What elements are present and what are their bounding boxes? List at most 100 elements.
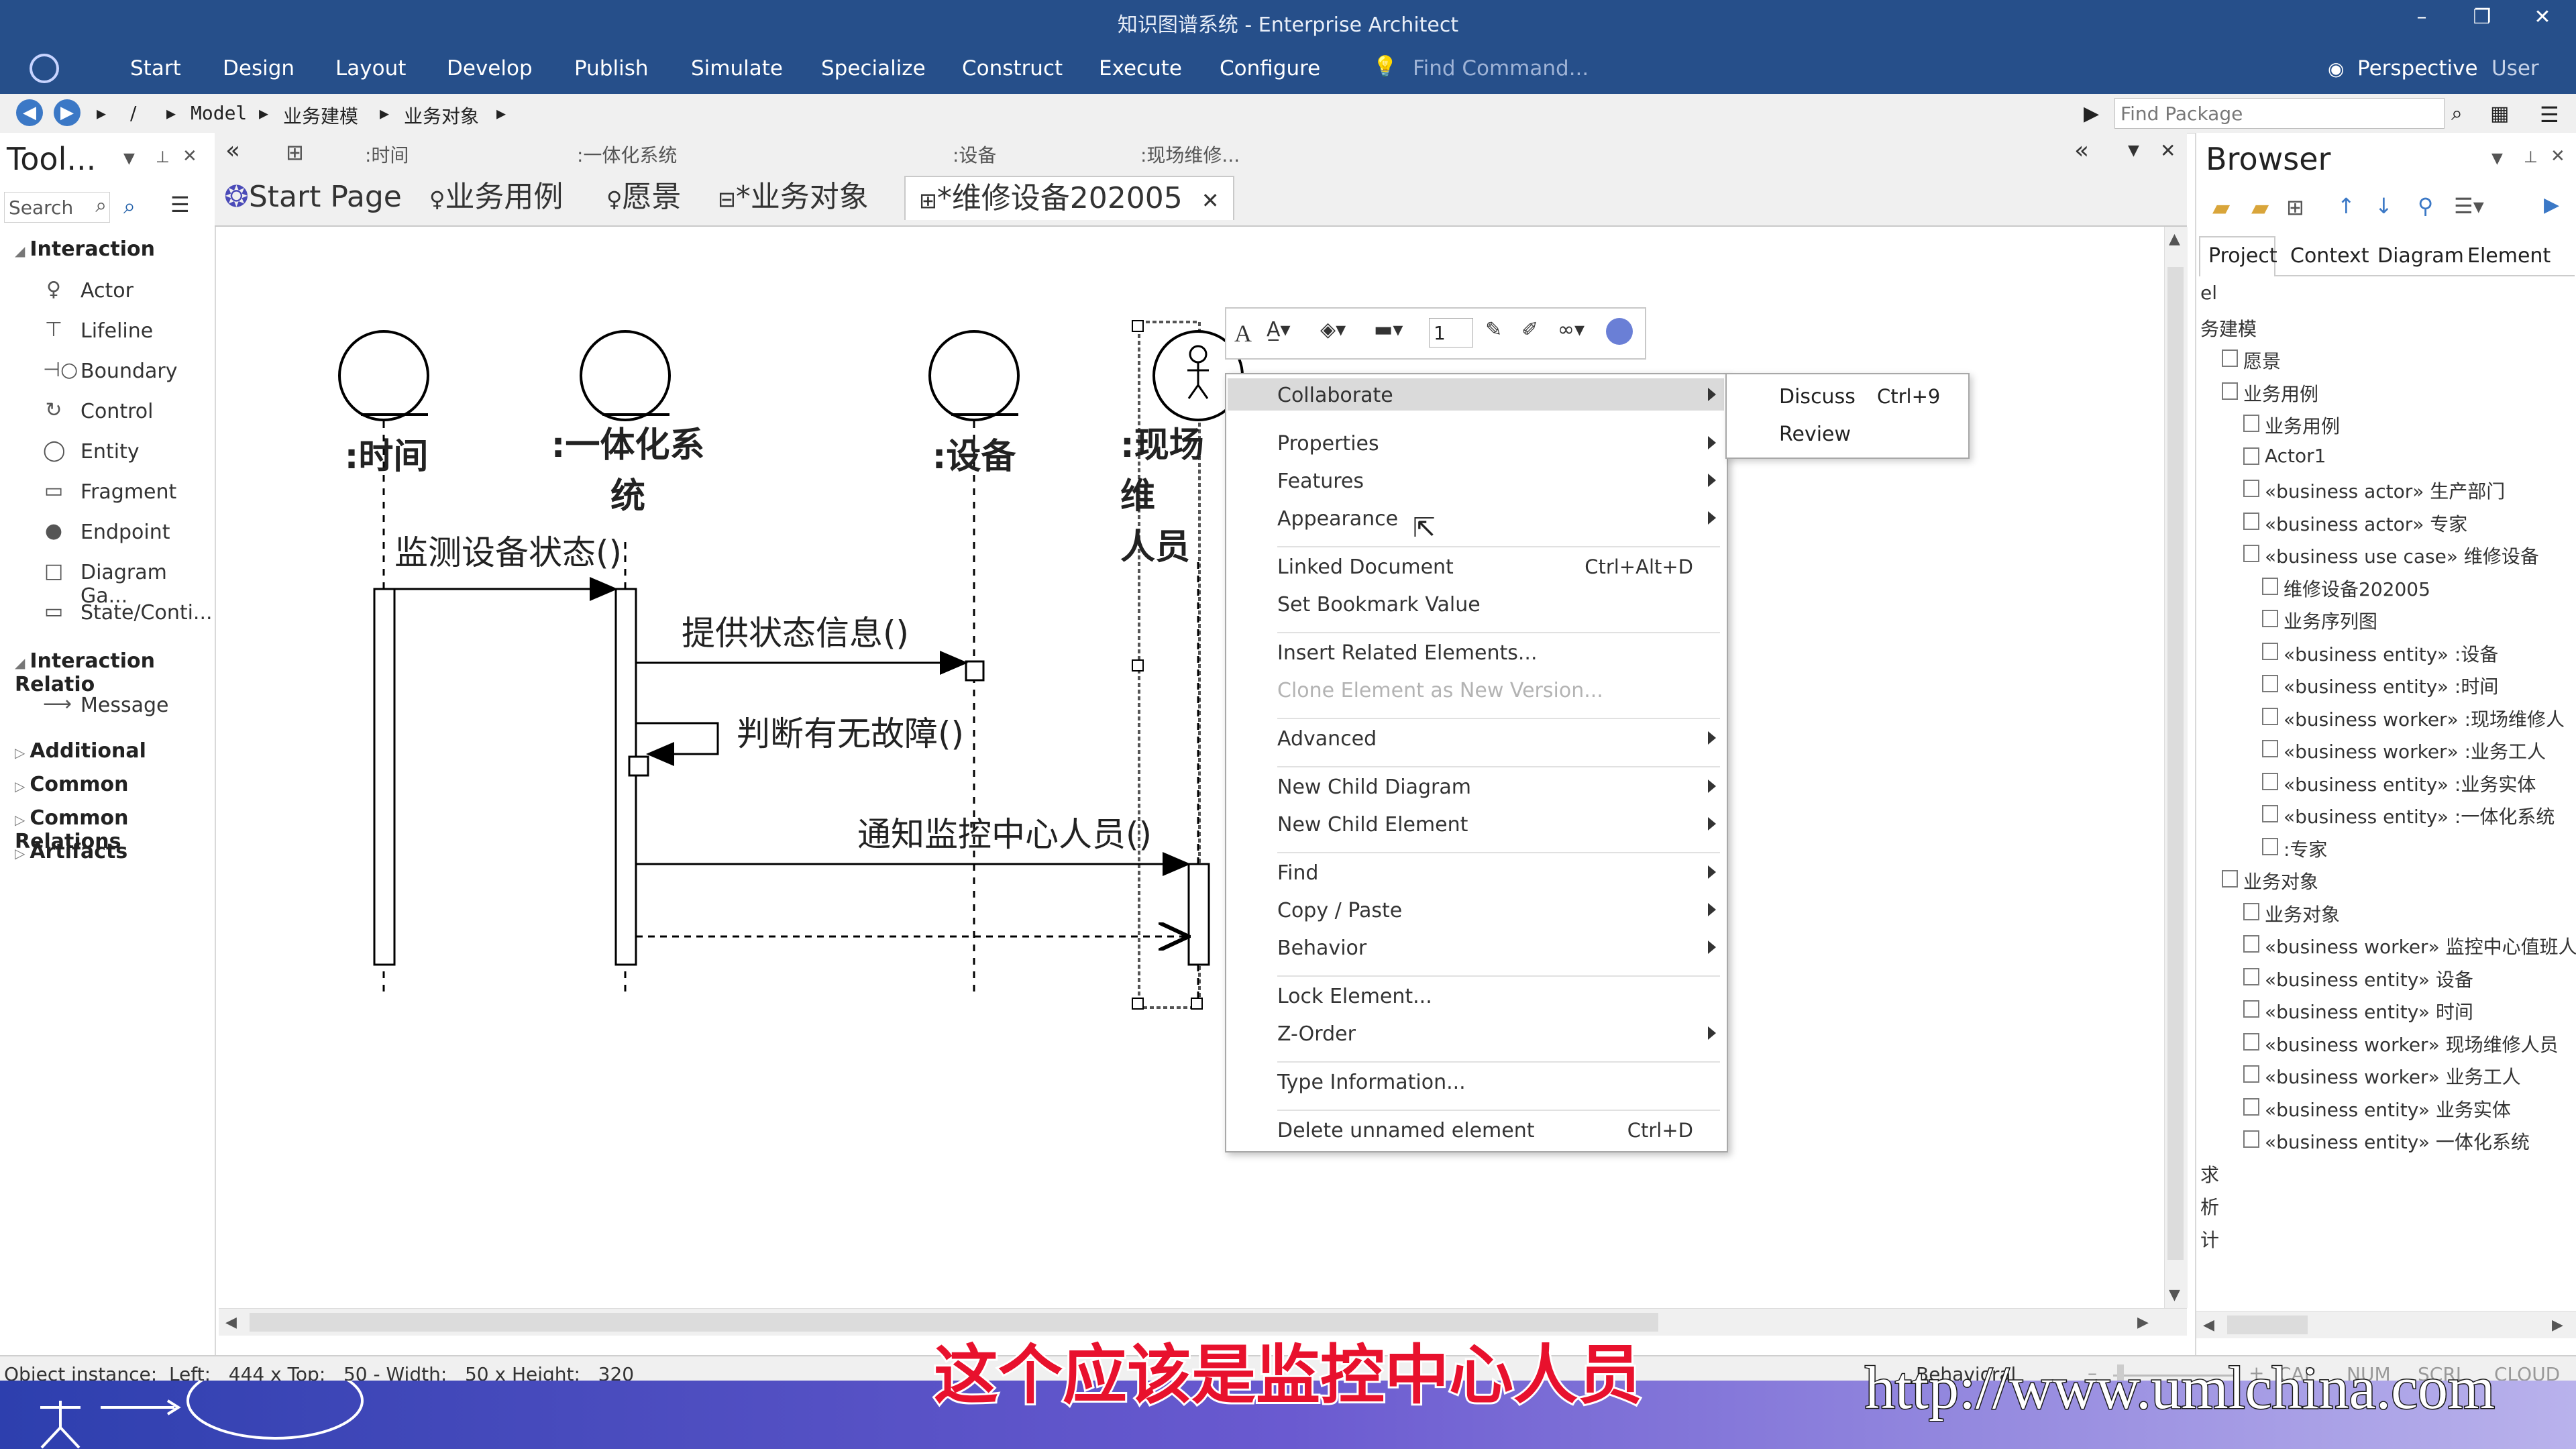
menu-item-lock-element[interactable]: Lock Element...: [1277, 985, 1432, 1008]
close-icon[interactable]: ✕: [2160, 140, 2176, 162]
message-label-provide-status[interactable]: 提供状态信息(): [682, 606, 909, 655]
brush-icon[interactable]: ✐: [1521, 318, 1538, 341]
user-button[interactable]: User: [2491, 56, 2539, 80]
tree-item[interactable]: «business actor» 专家: [2265, 510, 2467, 537]
tree-item[interactable]: 愿景: [2243, 347, 2281, 374]
tree-item[interactable]: 业务用例: [2265, 412, 2340, 439]
breadcrumb-root[interactable]: /: [130, 102, 136, 124]
chevron-down-icon[interactable]: ▼: [2128, 142, 2139, 159]
menu-item-z-order[interactable]: Z-Order: [1277, 1022, 1356, 1046]
tree-item[interactable]: «business entity» :时间: [2284, 672, 2498, 699]
vertical-scroll-thumb[interactable]: [2167, 267, 2184, 1260]
chevron-down-icon[interactable]: ▼: [123, 150, 135, 167]
search-icon[interactable]: ⌕: [2451, 102, 2463, 125]
tree-item[interactable]: 求: [2200, 1161, 2219, 1187]
tree-item[interactable]: el: [2200, 282, 2217, 304]
menu-item-copy-paste[interactable]: Copy / Paste: [1277, 899, 1402, 922]
tree-item[interactable]: 业务对象: [2243, 867, 2318, 894]
strip-label-system[interactable]: :一体化系统: [577, 141, 677, 168]
glasses-icon[interactable]: ∞▾: [1558, 318, 1585, 341]
menu-publish[interactable]: Publish: [574, 56, 649, 80]
close-icon[interactable]: ✕: [2551, 146, 2565, 166]
minimize-button[interactable]: –: [2402, 5, 2442, 29]
locate-icon[interactable]: ⚲: [2418, 193, 2433, 219]
perspective-button[interactable]: Perspective: [2357, 56, 2478, 80]
tool-lifeline[interactable]: Lifeline: [80, 319, 153, 343]
hamburger-icon[interactable]: ☰: [2540, 102, 2559, 127]
submenu-item-discuss[interactable]: Discuss: [1779, 385, 1856, 409]
menu-item-insert-related[interactable]: Insert Related Elements...: [1277, 641, 1538, 665]
tree-item[interactable]: 维修设备202005: [2284, 575, 2430, 602]
breadcrumb-business-modeling[interactable]: 业务建模: [283, 102, 358, 129]
tree-item[interactable]: «business use case» 维修设备: [2265, 542, 2539, 569]
move-down-icon[interactable]: ↓: [2375, 193, 2393, 219]
format-painter-icon[interactable]: ✎: [1485, 318, 1502, 341]
tree-item[interactable]: 业务对象: [2265, 900, 2340, 927]
strip-label-time[interactable]: :时间: [365, 141, 409, 168]
line-color-icon[interactable]: ▬▾: [1374, 318, 1403, 341]
pin-icon[interactable]: ⊥: [2524, 148, 2538, 166]
close-icon[interactable]: ✕: [182, 146, 197, 166]
tab-element[interactable]: Element: [2467, 244, 2551, 268]
tree-item[interactable]: «business worker» 业务工人: [2265, 1063, 2521, 1089]
find-icon[interactable]: ⌕: [123, 193, 136, 219]
new-diagram-icon[interactable]: ⊞: [2286, 195, 2304, 220]
tree-item[interactable]: «business entity» 一体化系统: [2265, 1128, 2530, 1155]
close-window-button[interactable]: ✕: [2522, 5, 2563, 29]
tool-entity[interactable]: Entity: [80, 440, 140, 464]
tab-diagram[interactable]: Diagram: [2377, 244, 2464, 268]
find-package-input[interactable]: Find Package: [2114, 98, 2445, 129]
expand-right-icon[interactable]: ▶: [2084, 102, 2099, 125]
menu-item-appearance[interactable]: Appearance: [1277, 507, 1398, 531]
folder-icon[interactable]: ▰: [2212, 195, 2230, 221]
find-command-input[interactable]: Find Command...: [1413, 56, 1589, 80]
group-interaction-relationships[interactable]: ◢ Interaction Relatio: [15, 649, 215, 696]
breadcrumb-model[interactable]: Model: [191, 102, 247, 124]
style-icon[interactable]: [1606, 318, 1633, 345]
menu-item-set-bookmark[interactable]: Set Bookmark Value: [1277, 593, 1481, 616]
menu-develop[interactable]: Develop: [447, 56, 533, 80]
tab-start-page[interactable]: ❂Start Page: [224, 176, 402, 219]
menu-simulate[interactable]: Simulate: [691, 56, 783, 80]
menu-execute[interactable]: Execute: [1099, 56, 1182, 80]
menu-layout[interactable]: Layout: [335, 56, 406, 80]
tool-boundary[interactable]: Boundary: [80, 360, 177, 383]
app-menu-icon[interactable]: [30, 54, 59, 83]
tool-actor[interactable]: Actor: [80, 279, 133, 303]
menu-item-new-child-diagram[interactable]: New Child Diagram: [1277, 775, 1471, 799]
tab-vision[interactable]: ♀愿景: [606, 176, 681, 219]
menu-item-delete[interactable]: Delete unnamed element: [1277, 1119, 1535, 1142]
message-label-judge-fault[interactable]: 判断有无故障(): [737, 707, 964, 755]
menu-item-find[interactable]: Find: [1277, 861, 1318, 885]
back-arrow-icon[interactable]: ◀: [16, 99, 43, 126]
tree-item[interactable]: Actor1: [2265, 445, 2326, 467]
tree-item[interactable]: «business worker» 现场维修人员: [2265, 1030, 2559, 1057]
breadcrumb-business-objects[interactable]: 业务对象: [404, 102, 479, 129]
menu-item-behavior[interactable]: Behavior: [1277, 936, 1366, 960]
menu-item-new-child-element[interactable]: New Child Element: [1277, 813, 1468, 837]
chevron-down-icon[interactable]: ▼: [2491, 150, 2503, 167]
expand-icon[interactable]: ▶: [2544, 193, 2559, 217]
group-interaction[interactable]: ◢ Interaction: [15, 237, 155, 261]
message-label-monitor[interactable]: 监测设备状态(): [394, 526, 622, 574]
menu-specialize[interactable]: Specialize: [821, 56, 926, 80]
menu-icon[interactable]: ☰: [170, 192, 190, 217]
tree-item[interactable]: 析: [2200, 1193, 2219, 1220]
tree-item[interactable]: «business worker» 监控中心值班人: [2265, 932, 2576, 959]
group-common[interactable]: ▷ Common: [15, 773, 128, 796]
tree-item[interactable]: «business worker» :业务工人: [2284, 737, 2546, 764]
tree-item[interactable]: «business entity» :设备: [2284, 640, 2498, 667]
menu-configure[interactable]: Configure: [1220, 56, 1320, 80]
group-artifacts[interactable]: ▷ Artifacts: [15, 840, 127, 863]
menu-item-features[interactable]: Features: [1277, 470, 1364, 493]
collapse-left-icon[interactable]: «: [225, 137, 240, 164]
nav-dropdown-icon[interactable]: ▸: [97, 102, 106, 124]
strip-label-worker[interactable]: :现场维修...: [1140, 141, 1240, 168]
tree-item[interactable]: «business entity» 时间: [2265, 998, 2473, 1024]
tool-message[interactable]: Message: [80, 694, 168, 717]
tab-project[interactable]: Project: [2208, 244, 2277, 268]
fill-color-icon[interactable]: ◈▾: [1320, 318, 1346, 341]
strip-label-device[interactable]: :设备: [953, 141, 996, 168]
move-up-icon[interactable]: ↑: [2337, 193, 2355, 219]
forward-arrow-icon[interactable]: ▶: [54, 99, 80, 126]
